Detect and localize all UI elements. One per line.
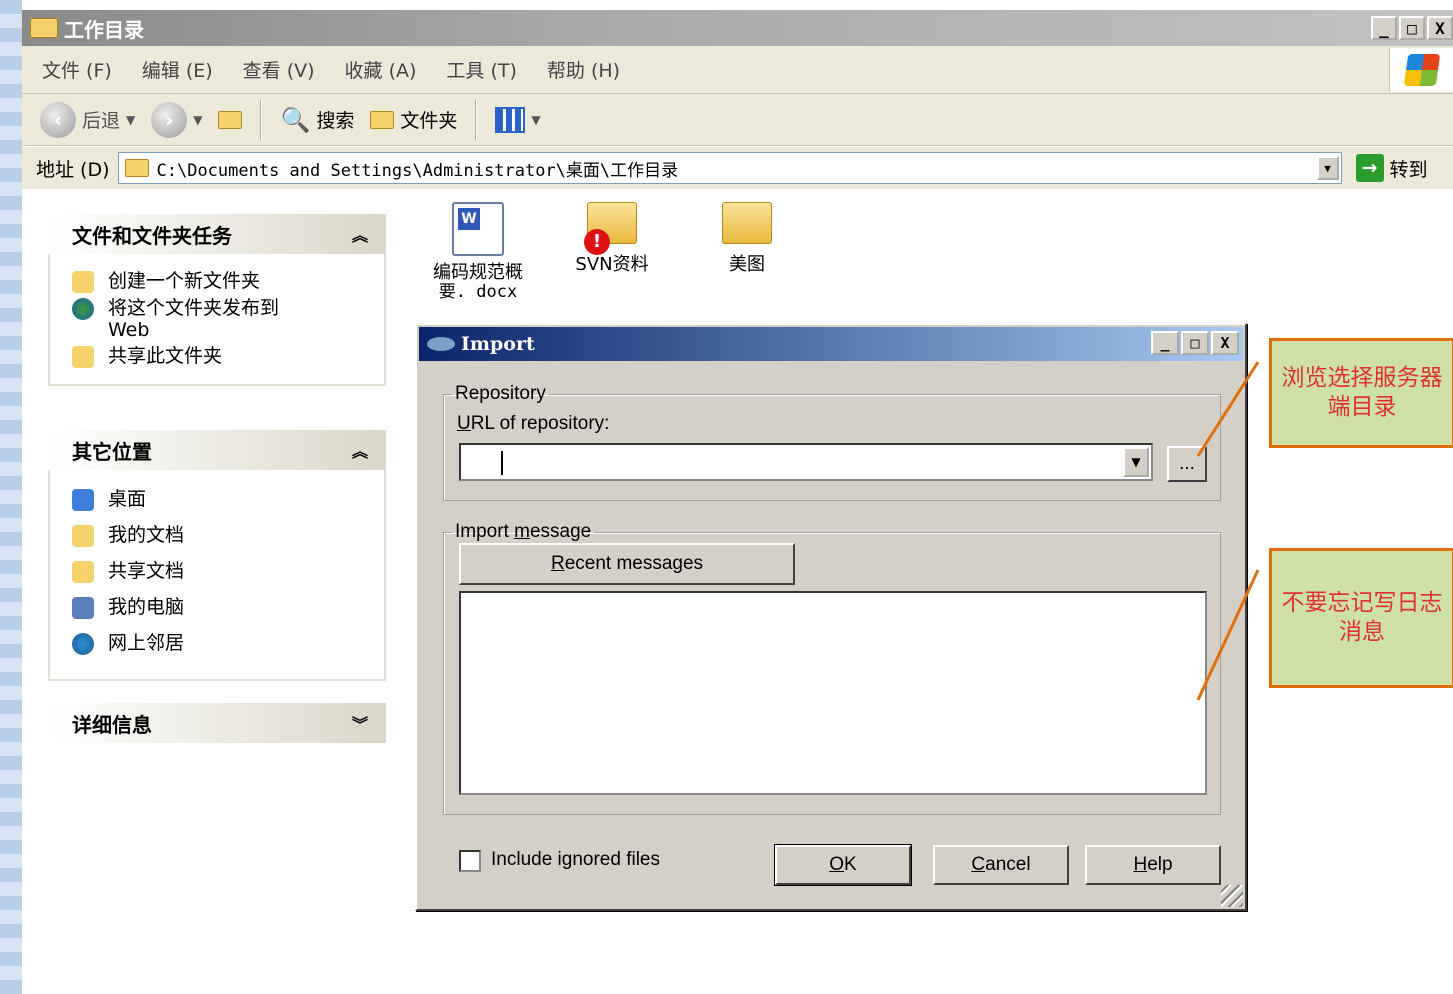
callout-line-message [1196, 569, 1260, 701]
callout-message-note: 不要忘记写日志消息 [1269, 548, 1453, 688]
callout-line-browse [1196, 361, 1260, 457]
callout-browse-note: 浏览选择服务器端目录 [1269, 338, 1453, 448]
callout-lines [1196, 361, 1260, 701]
